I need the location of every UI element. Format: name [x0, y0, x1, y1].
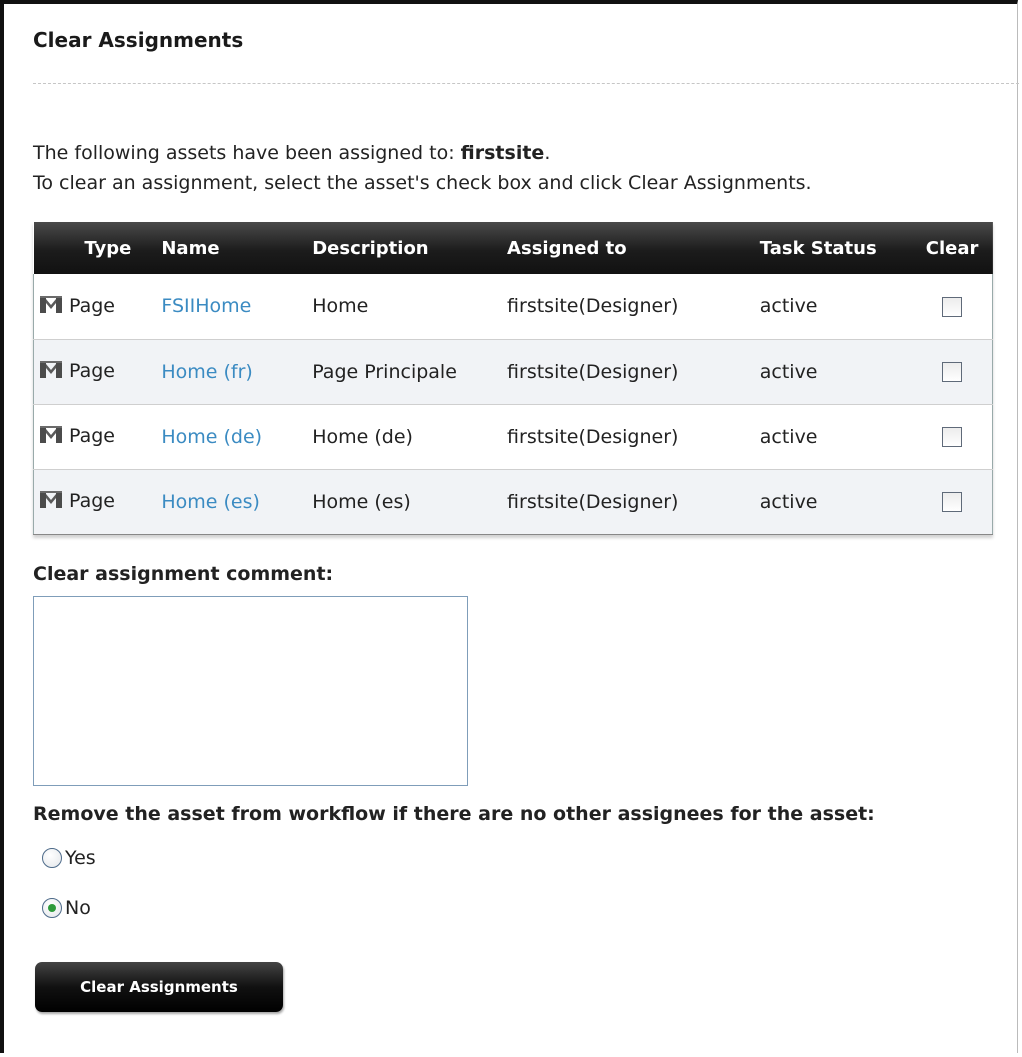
name-cell: Home (fr) [147, 339, 298, 404]
column-header-task-status[interactable]: Task Status [746, 222, 912, 274]
assigned-to-cell: firstsite(Designer) [507, 490, 679, 513]
remove-from-workflow-label: Remove the asset from workflow if there … [33, 803, 875, 825]
description-cell: Home [312, 295, 369, 318]
intro-prefix: The following assets have been assigned … [33, 142, 461, 164]
instructions-text: To clear an assignment, select the asset… [33, 172, 812, 194]
asset-name-link[interactable]: FSIIHome [161, 295, 251, 317]
page-type-icon [39, 294, 63, 319]
radio-option-yes[interactable]: Yes [42, 847, 96, 869]
name-cell: Home (es) [147, 469, 298, 534]
intro-text: The following assets have been assigned … [33, 138, 812, 198]
page-title: Clear Assignments [33, 28, 244, 52]
column-header-clear: Clear [925, 237, 979, 259]
assignments-table: Type Name Description Assigned to Task S… [33, 222, 993, 535]
clear-cell [912, 404, 993, 469]
table-header-row: Type Name Description Assigned to Task S… [33, 222, 993, 274]
description-cell: Home (de) [312, 425, 413, 448]
table-row: Page Home (fr) Page Principale firstsite… [33, 339, 993, 404]
clear-checkbox[interactable] [941, 427, 962, 447]
title-divider [33, 83, 1019, 84]
clear-cell [912, 274, 993, 339]
name-cell: FSIIHome [147, 274, 298, 339]
type-label: Page [69, 360, 115, 382]
type-label: Page [69, 490, 115, 512]
clear-cell [912, 339, 993, 404]
clear-checkbox[interactable] [941, 296, 962, 317]
task-status-cell: active [759, 295, 818, 318]
type-label: Page [69, 425, 115, 447]
column-header-assigned-to[interactable]: Assigned to [493, 222, 746, 274]
description-cell: Page Principale [312, 360, 457, 383]
clear-checkbox[interactable] [941, 362, 962, 382]
no-radio[interactable] [42, 898, 62, 918]
type-cell: Page [34, 404, 148, 469]
no-radio-label: No [65, 897, 91, 919]
clear-assignments-button[interactable]: Clear Assignments [35, 962, 283, 1012]
assigned-to-cell: firstsite(Designer) [507, 295, 679, 318]
comment-textarea[interactable] [33, 596, 468, 786]
type-label: Page [69, 294, 115, 317]
task-status-cell: active [759, 490, 818, 513]
yes-radio-label: Yes [65, 847, 96, 869]
task-status-cell: active [759, 360, 818, 383]
page-type-icon [39, 489, 63, 514]
type-cell: Page [34, 339, 148, 404]
intro-suffix: . [544, 142, 551, 164]
type-cell: Page [34, 274, 148, 339]
assignee-name: firstsite [460, 142, 545, 164]
table-row: Page FSIIHome Home firstsite(Designer) a… [33, 274, 993, 339]
table-row: Page Home (de) Home (de) firstsite(Desig… [33, 404, 993, 469]
type-cell: Page [34, 469, 148, 534]
column-header-type[interactable]: Type [34, 222, 148, 274]
name-cell: Home (de) [147, 404, 298, 469]
intro-line: The following assets have been assigned … [33, 138, 812, 168]
clear-cell [912, 469, 993, 534]
clear-checkbox[interactable] [941, 492, 962, 512]
column-header-name[interactable]: Name [147, 222, 298, 274]
assigned-to-cell: firstsite(Designer) [507, 425, 679, 448]
task-status-cell: active [759, 425, 818, 448]
yes-radio[interactable] [42, 848, 62, 868]
column-header-description[interactable]: Description [298, 222, 493, 274]
assigned-to-cell: firstsite(Designer) [507, 360, 679, 383]
asset-name-link[interactable]: Home (es) [161, 491, 260, 513]
description-cell: Home (es) [312, 490, 411, 513]
comment-label: Clear assignment comment: [33, 563, 334, 585]
asset-name-link[interactable]: Home (de) [161, 426, 262, 448]
radio-option-no[interactable]: No [42, 897, 91, 919]
page-type-icon [39, 424, 63, 449]
table-row: Page Home (es) Home (es) firstsite(Desig… [33, 469, 993, 534]
page-type-icon [39, 359, 63, 384]
asset-name-link[interactable]: Home (fr) [161, 361, 252, 383]
